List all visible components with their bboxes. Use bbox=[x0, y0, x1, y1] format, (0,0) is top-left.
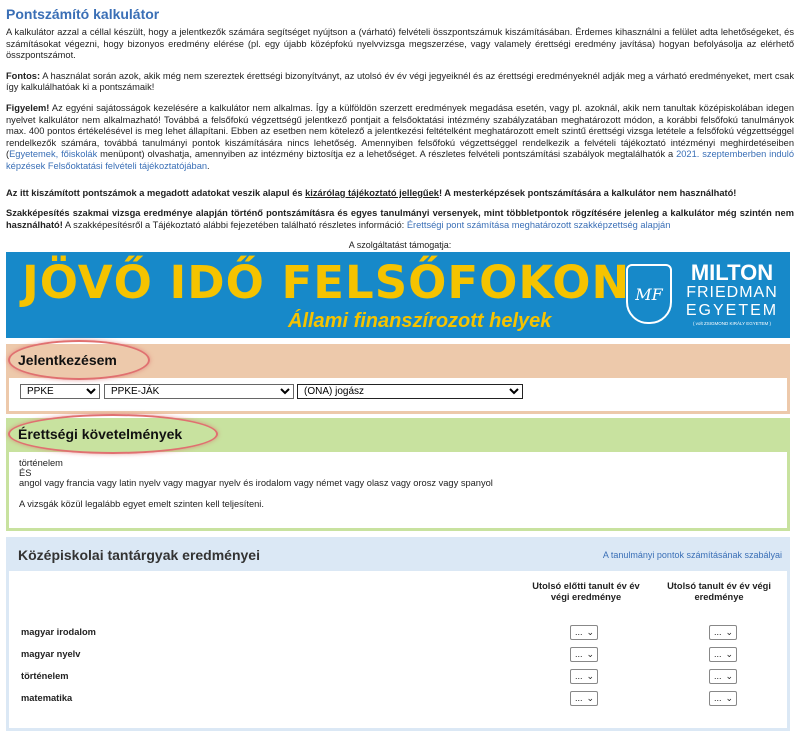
chevron-down-icon: ⌄ bbox=[725, 649, 733, 660]
faculty-select[interactable]: PPKE-JÁK bbox=[104, 384, 294, 400]
egyetemek-link[interactable]: Egyetemek, főiskolák bbox=[9, 149, 97, 159]
uni-line-1: MILTON bbox=[690, 260, 774, 286]
grade-select[interactable]: ... ⌄ bbox=[709, 625, 737, 641]
sponsor-banner[interactable]: JÖVŐ IDŐ FELSŐFOKON Állami finanszírozot… bbox=[6, 252, 790, 339]
notice-1: Az itt kiszámított pontszámok a megadott… bbox=[6, 188, 794, 200]
subject-label: matematika bbox=[21, 693, 73, 704]
notice-1b: ! A mesterképzések pontszámítására a kal… bbox=[438, 187, 737, 198]
grade-select[interactable]: ... ⌄ bbox=[570, 691, 598, 707]
chevron-down-icon: ⌄ bbox=[586, 671, 594, 682]
uni-line-4: ( volt ZSIGMOND KIRÁLY EGYETEM ) bbox=[692, 321, 772, 327]
pontszamitas-szabalyai-link[interactable]: A tanulmányi pontok számításának szabály… bbox=[603, 550, 782, 560]
figyelem-paragraph: Figyelem! Az egyéni sajátosságok kezelés… bbox=[6, 103, 794, 173]
institution-select[interactable]: PPKE bbox=[20, 384, 100, 400]
kozepiskolai-title: Középiskolai tantárgyak eredményei bbox=[18, 547, 260, 564]
kozepiskolai-section: Középiskolai tantárgyak eredményei A tan… bbox=[6, 537, 790, 732]
col-header-last-year: Utolsó tanult év év végi eredménye bbox=[667, 581, 771, 602]
grade-value: ... bbox=[575, 671, 583, 682]
jelentkezesem-title: Jelentkezésem bbox=[18, 352, 117, 369]
grade-value: ... bbox=[714, 671, 722, 682]
notice-1a: Az itt kiszámított pontszámok a megadott… bbox=[6, 187, 306, 198]
grade-value: ... bbox=[575, 693, 583, 704]
grade-value: ... bbox=[575, 649, 583, 660]
notice-2: Szakképesítés szakmai vizsga eredménye a… bbox=[6, 208, 794, 231]
chevron-down-icon: ⌄ bbox=[586, 693, 594, 704]
figyelem-end: . bbox=[207, 160, 210, 171]
grade-select[interactable]: ... ⌄ bbox=[570, 647, 598, 663]
uni-line-2: FRIEDMAN bbox=[686, 284, 778, 302]
subject-label: magyar nyelv bbox=[21, 649, 81, 660]
jelentkezesem-header: Jelentkezésem bbox=[6, 340, 790, 381]
req-line-2: ÉS bbox=[19, 468, 32, 479]
notice-2-text: A szakképesítésről a Tájékoztató alábbi … bbox=[62, 219, 407, 230]
req-line-1: történelem bbox=[19, 458, 63, 469]
grade-value: ... bbox=[714, 649, 722, 660]
chevron-down-icon: ⌄ bbox=[725, 693, 733, 704]
jelentkezesem-section: Jelentkezésem PPKE PPKE-JÁK (ONA) jogász bbox=[6, 340, 790, 415]
university-name: MILTON FRIEDMAN EGYETEM ( volt ZSIGMOND … bbox=[680, 262, 784, 328]
chevron-down-icon: ⌄ bbox=[725, 671, 733, 682]
chevron-down-icon: ⌄ bbox=[586, 649, 594, 660]
grade-value: ... bbox=[714, 627, 722, 638]
erettsegi-title: Érettségi követelmények bbox=[18, 426, 183, 443]
sponsor-label: A szolgáltatást támogatja: bbox=[348, 240, 452, 251]
szakkepzettseg-link[interactable]: Érettségi pont számítása meghatározott s… bbox=[407, 220, 671, 230]
kozepiskolai-body: Utolsó előtti tanult év év végi eredmény… bbox=[6, 571, 790, 732]
page-title: Pontszámító kalkulátor bbox=[6, 6, 160, 22]
banner-headline: JÖVŐ IDŐ FELSŐFOKON bbox=[22, 256, 631, 310]
erettsegi-body: történelem ÉS angol vagy francia vagy la… bbox=[6, 452, 790, 532]
erettsegi-header: Érettségi követelmények bbox=[6, 414, 790, 455]
fontos-label: Fontos: bbox=[6, 70, 41, 81]
banner-subline: Állami finanszírozott helyek bbox=[288, 310, 552, 333]
chevron-down-icon: ⌄ bbox=[586, 627, 594, 638]
page: Pontszámító kalkulátor A kalkulátor azza… bbox=[0, 0, 800, 733]
grade-select[interactable]: ... ⌄ bbox=[709, 669, 737, 685]
grade-select[interactable]: ... ⌄ bbox=[570, 669, 598, 685]
jelentkezesem-body: PPKE PPKE-JÁK (ONA) jogász bbox=[6, 378, 790, 415]
figyelem-label: Figyelem! bbox=[6, 102, 50, 113]
grade-select[interactable]: ... ⌄ bbox=[709, 647, 737, 663]
notice-1-underline: kizárólag tájékoztató jellegűek bbox=[305, 187, 439, 198]
erettsegi-section: Érettségi követelmények történelem ÉS an… bbox=[6, 414, 790, 532]
grade-select[interactable]: ... ⌄ bbox=[570, 625, 598, 641]
subject-label: magyar irodalom bbox=[21, 627, 96, 638]
req-line-3: angol vagy francia vagy latin nyelv vagy… bbox=[19, 478, 493, 489]
mf-logo-icon: MF bbox=[626, 264, 672, 325]
figyelem-text-2: menüpont) olvashatja, amennyiben az inté… bbox=[97, 149, 677, 160]
fontos-text: A használat során azok, akik még nem sze… bbox=[6, 70, 794, 93]
chevron-down-icon: ⌄ bbox=[725, 627, 733, 638]
col-header-previous-year: Utolsó előtti tanult év év végi eredmény… bbox=[532, 581, 640, 602]
subject-label: történelem bbox=[21, 671, 69, 682]
req-line-4: A vizsgák közül legalább egyet emelt szi… bbox=[19, 499, 264, 510]
grade-value: ... bbox=[714, 693, 722, 704]
program-select[interactable]: (ONA) jogász bbox=[297, 384, 523, 400]
grade-value: ... bbox=[575, 627, 583, 638]
kozepiskolai-header: Középiskolai tantárgyak eredményei A tan… bbox=[6, 537, 790, 572]
fontos-paragraph: Fontos: A használat során azok, akik még… bbox=[6, 71, 794, 94]
uni-line-3: EGYETEM bbox=[685, 302, 779, 320]
intro-text: A kalkulátor azzal a céllal készült, hog… bbox=[6, 27, 794, 61]
grade-select[interactable]: ... ⌄ bbox=[709, 691, 737, 707]
